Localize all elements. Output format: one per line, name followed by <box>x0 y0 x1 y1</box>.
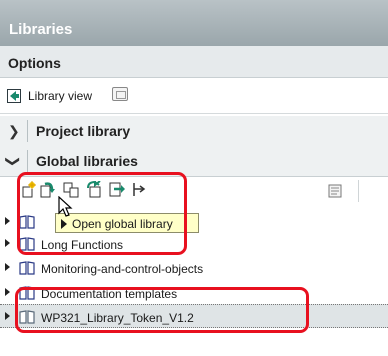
library-icon <box>19 261 35 275</box>
project-library-label: Project library <box>36 123 131 139</box>
close-library-button[interactable] <box>131 181 148 198</box>
panel-title-bar: Libraries <box>0 0 388 46</box>
new-global-library-button[interactable] <box>20 181 37 198</box>
expand-arrow-icon[interactable] <box>5 288 10 296</box>
tree-item-label: Monitoring-and-control-objects <box>41 262 204 276</box>
tree-item[interactable]: Monitoring-and-control-objects <box>0 256 388 280</box>
divider <box>27 120 28 142</box>
library-icon <box>19 310 35 324</box>
tooltip-text: Open global library <box>72 217 173 231</box>
global-libraries-label: Global libraries <box>36 153 138 169</box>
library-view-row: Library view <box>0 78 388 114</box>
update-icon <box>87 181 101 198</box>
properties-icon <box>328 184 342 198</box>
library-icon <box>19 215 35 229</box>
panel-title: Libraries <box>9 21 73 38</box>
options-header[interactable]: Options <box>0 46 388 78</box>
tooltip: Open global library <box>55 213 199 233</box>
library-icon <box>19 237 35 251</box>
update-library-button[interactable] <box>86 181 103 198</box>
close-library-icon <box>133 183 146 196</box>
divider <box>358 180 359 202</box>
expand-arrow-icon[interactable] <box>5 239 10 247</box>
tree-item[interactable]: Long Functions <box>0 232 388 256</box>
export-library-button[interactable] <box>109 181 126 198</box>
library-properties-button[interactable] <box>327 182 344 199</box>
open-global-library-button[interactable] <box>39 181 56 198</box>
expand-arrow-icon[interactable] <box>5 263 10 271</box>
global-libraries-header[interactable]: ❯ Global libraries <box>0 146 388 177</box>
tree-item[interactable]: Documentation templates <box>0 281 388 305</box>
chevron-right-icon[interactable]: ❯ <box>8 123 20 140</box>
tooltip-arrow-icon <box>61 219 67 229</box>
library-view-toggle-icon[interactable] <box>7 89 21 103</box>
tree-item-label: Documentation templates <box>41 287 178 301</box>
tree-item-label: WP321_Library_Token_V1.2 <box>41 311 194 325</box>
chevron-down-icon[interactable]: ❯ <box>5 156 22 168</box>
library-icon <box>19 286 35 300</box>
export-icon <box>109 182 125 197</box>
tree-item-label: Long Functions <box>41 238 124 252</box>
divider <box>27 150 28 172</box>
library-view-label[interactable]: Library view <box>28 89 92 103</box>
expand-arrow-icon[interactable] <box>5 217 10 225</box>
new-library-icon <box>22 181 36 198</box>
expand-arrow-icon[interactable] <box>5 312 10 320</box>
open-library-icon <box>40 182 55 198</box>
library-view-icon[interactable] <box>112 87 128 101</box>
options-title: Options <box>8 55 61 71</box>
project-library-header[interactable]: ❯ Project library <box>0 116 388 147</box>
tree-item-selected[interactable]: WP321_Library_Token_V1.2 <box>0 304 388 328</box>
mouse-cursor-icon <box>58 196 73 217</box>
